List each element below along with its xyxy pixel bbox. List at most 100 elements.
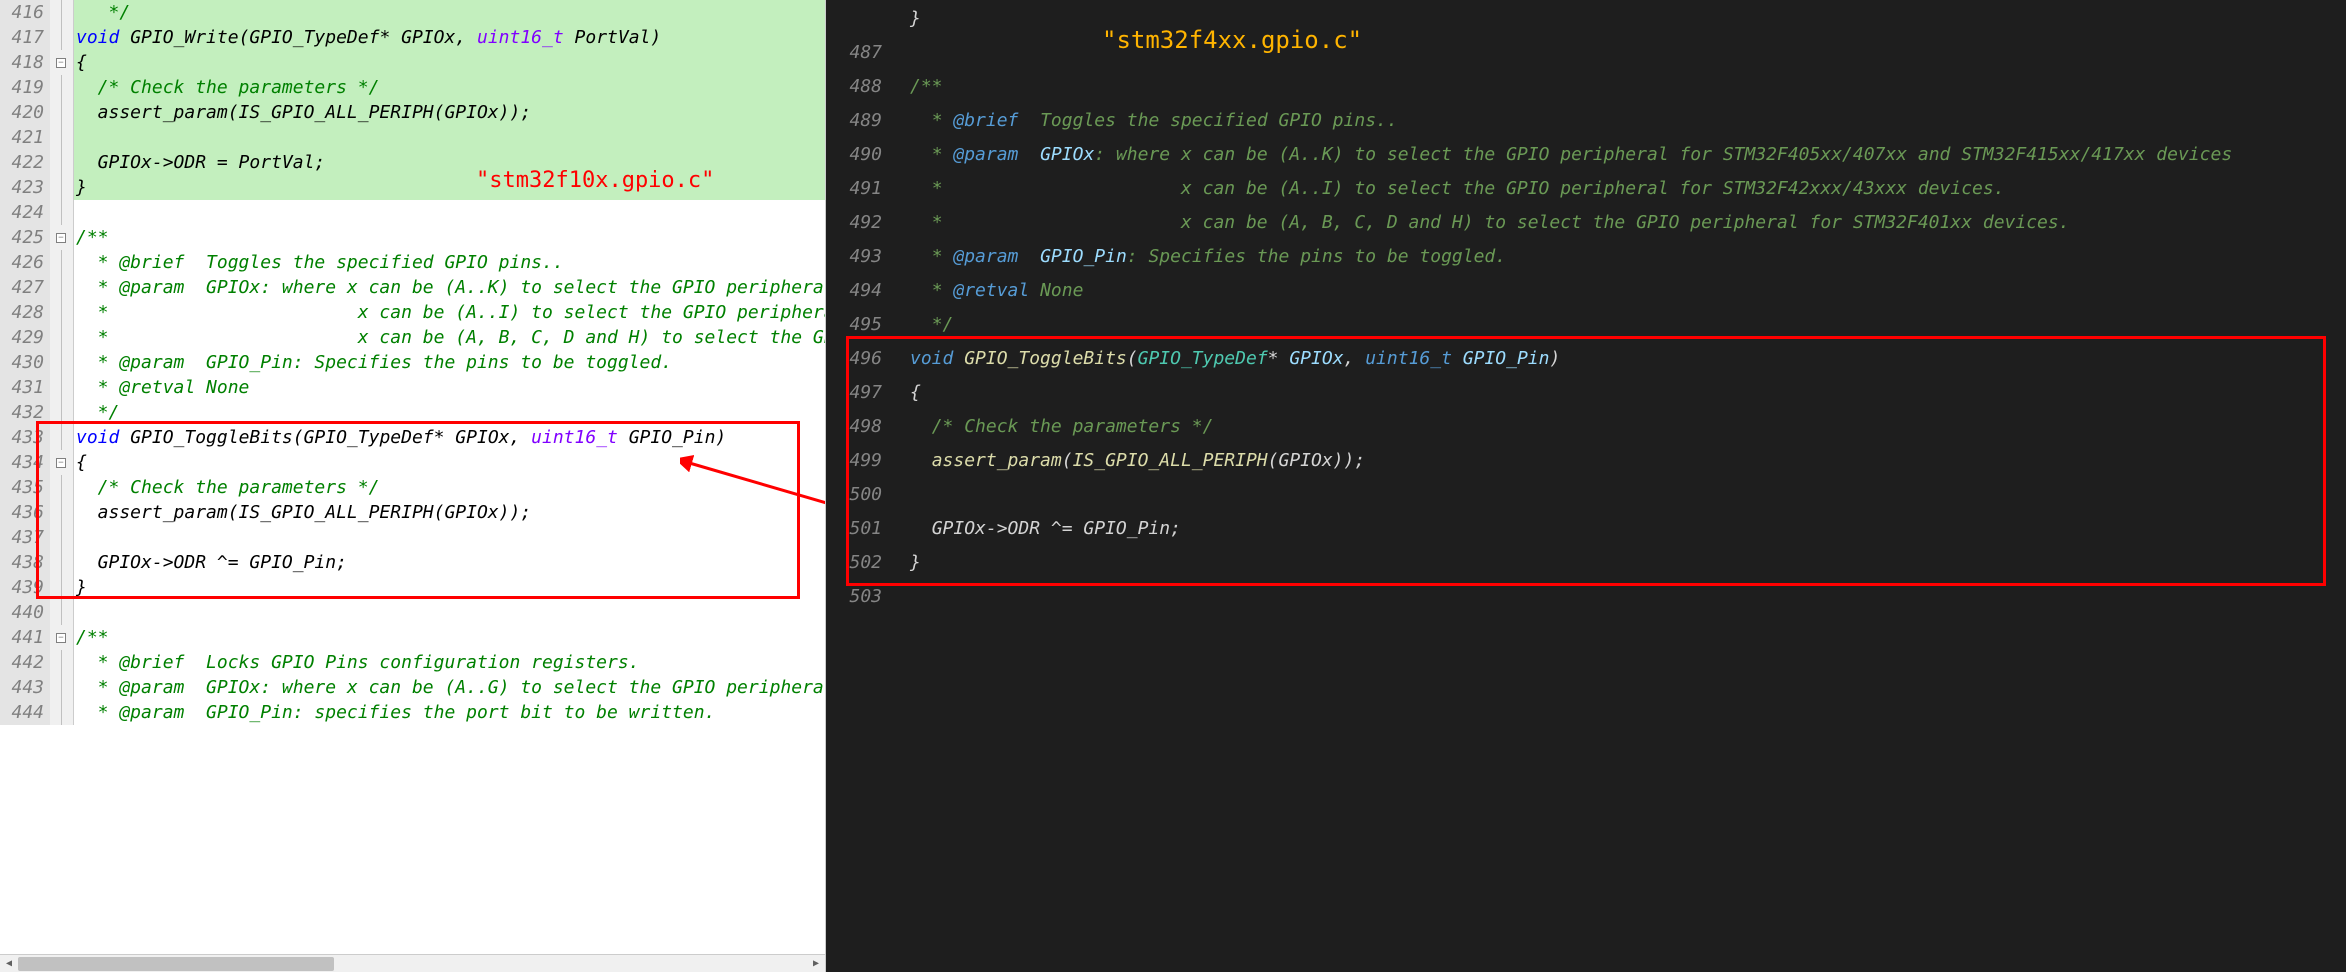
fold-margin[interactable]	[50, 350, 74, 375]
fold-margin[interactable]	[50, 600, 74, 625]
code-content[interactable]: assert_param(IS_GPIO_ALL_PERIPH(GPIOx));	[74, 500, 825, 525]
code-line[interactable]: 444 * @param GPIO_Pin: specifies the por…	[0, 700, 825, 725]
code-content[interactable]: * @param GPIO_Pin: Specifies the pins to…	[74, 350, 825, 375]
code-content[interactable]: /* Check the parameters */	[906, 410, 2346, 444]
code-line[interactable]: 425−/**	[0, 225, 825, 250]
code-line[interactable]: 434−{	[0, 450, 825, 475]
code-content[interactable]: /* Check the parameters */	[74, 75, 825, 100]
code-content[interactable]: /* Check the parameters */	[74, 475, 825, 500]
code-line[interactable]: 427 * @param GPIOx: where x can be (A..K…	[0, 275, 825, 300]
code-line[interactable]: 428 * x can be (A..I) to select the GPIO…	[0, 300, 825, 325]
code-content[interactable]: * @retval None	[74, 375, 825, 400]
code-content[interactable]: assert_param(IS_GPIO_ALL_PERIPH(GPIOx));	[906, 444, 2346, 478]
fold-margin[interactable]	[50, 0, 74, 25]
code-line[interactable]: 432 */	[0, 400, 825, 425]
code-content[interactable]: */	[74, 0, 825, 25]
fold-margin[interactable]: −	[50, 225, 74, 250]
code-line[interactable]: 436 assert_param(IS_GPIO_ALL_PERIPH(GPIO…	[0, 500, 825, 525]
code-content[interactable]: void GPIO_ToggleBits(GPIO_TypeDef* GPIOx…	[74, 425, 825, 450]
code-content[interactable]: assert_param(IS_GPIO_ALL_PERIPH(GPIOx));	[74, 100, 825, 125]
fold-margin[interactable]	[50, 75, 74, 100]
code-content[interactable]: void GPIO_ToggleBits(GPIO_TypeDef* GPIOx…	[906, 342, 2346, 376]
fold-collapse-icon[interactable]: −	[56, 58, 66, 68]
code-line[interactable]: 441−/**	[0, 625, 825, 650]
code-line[interactable]: 418−{	[0, 50, 825, 75]
fold-margin[interactable]	[50, 125, 74, 150]
code-content[interactable]: }	[74, 575, 825, 600]
code-line[interactable]: 494 * @retval None	[826, 274, 2346, 308]
code-line[interactable]: 490 * @param GPIOx: where x can be (A..K…	[826, 138, 2346, 172]
code-content[interactable]	[74, 600, 825, 625]
code-content[interactable]: {	[906, 376, 2346, 410]
fold-margin[interactable]	[50, 300, 74, 325]
code-content[interactable]: * x can be (A, B, C, D and H) to select …	[74, 325, 825, 350]
fold-margin[interactable]	[50, 675, 74, 700]
code-content[interactable]: * @param GPIO_Pin: Specifies the pins to…	[906, 240, 2346, 274]
fold-margin[interactable]: −	[50, 450, 74, 475]
code-line[interactable]: 502}	[826, 546, 2346, 580]
code-line[interactable]: 500	[826, 478, 2346, 512]
fold-collapse-icon[interactable]: −	[56, 633, 66, 643]
code-content[interactable]	[74, 125, 825, 150]
code-line[interactable]: }	[826, 2, 2346, 36]
fold-collapse-icon[interactable]: −	[56, 458, 66, 468]
code-content[interactable]: * @param GPIOx: where x can be (A..K) to…	[74, 275, 825, 300]
code-content[interactable]: GPIOx->ODR ^= GPIO_Pin;	[906, 512, 2346, 546]
code-content[interactable]: {	[74, 50, 825, 75]
code-line[interactable]: 439}	[0, 575, 825, 600]
code-content[interactable]	[74, 200, 825, 225]
code-content[interactable]: */	[74, 400, 825, 425]
code-line[interactable]: 429 * x can be (A, B, C, D and H) to sel…	[0, 325, 825, 350]
fold-margin[interactable]	[50, 375, 74, 400]
fold-margin[interactable]	[50, 275, 74, 300]
code-line[interactable]: 438 GPIOx->ODR ^= GPIO_Pin;	[0, 550, 825, 575]
code-content[interactable]: void GPIO_Write(GPIO_TypeDef* GPIOx, uin…	[74, 25, 825, 50]
fold-margin[interactable]	[50, 200, 74, 225]
code-line[interactable]: 421	[0, 125, 825, 150]
code-line[interactable]: 501 GPIOx->ODR ^= GPIO_Pin;	[826, 512, 2346, 546]
code-line[interactable]: 488/**	[826, 70, 2346, 104]
code-line[interactable]: 499 assert_param(IS_GPIO_ALL_PERIPH(GPIO…	[826, 444, 2346, 478]
code-line[interactable]: 493 * @param GPIO_Pin: Specifies the pin…	[826, 240, 2346, 274]
code-line[interactable]: 496void GPIO_ToggleBits(GPIO_TypeDef* GP…	[826, 342, 2346, 376]
fold-margin[interactable]	[50, 550, 74, 575]
fold-margin[interactable]	[50, 325, 74, 350]
code-line[interactable]: 491 * x can be (A..I) to select the GPIO…	[826, 172, 2346, 206]
code-content[interactable]: * @brief Locks GPIO Pins configuration r…	[74, 650, 825, 675]
fold-margin[interactable]	[50, 650, 74, 675]
code-line[interactable]: 426 * @brief Toggles the specified GPIO …	[0, 250, 825, 275]
fold-margin[interactable]	[50, 25, 74, 50]
fold-margin[interactable]	[50, 500, 74, 525]
fold-margin[interactable]	[50, 100, 74, 125]
code-content[interactable]: * @retval None	[906, 274, 2346, 308]
code-content[interactable]: GPIOx->ODR ^= GPIO_Pin;	[74, 550, 825, 575]
code-line[interactable]: 437	[0, 525, 825, 550]
code-content[interactable]: * x can be (A..I) to select the GPIO per…	[906, 172, 2346, 206]
code-content[interactable]: * x can be (A..I) to select the GPIO per…	[74, 300, 825, 325]
code-line[interactable]: 419 /* Check the parameters */	[0, 75, 825, 100]
code-line[interactable]: 430 * @param GPIO_Pin: Specifies the pin…	[0, 350, 825, 375]
code-content[interactable]: /**	[906, 70, 2346, 104]
fold-collapse-icon[interactable]: −	[56, 233, 66, 243]
code-content[interactable]: * @param GPIO_Pin: specifies the port bi…	[74, 700, 825, 725]
code-line[interactable]: 424	[0, 200, 825, 225]
code-content[interactable]: }	[906, 546, 2346, 580]
code-line[interactable]: 417void GPIO_Write(GPIO_TypeDef* GPIOx, …	[0, 25, 825, 50]
code-line[interactable]: 433void GPIO_ToggleBits(GPIO_TypeDef* GP…	[0, 425, 825, 450]
code-line[interactable]: 416 */	[0, 0, 825, 25]
fold-margin[interactable]: −	[50, 50, 74, 75]
scroll-left-button[interactable]: ◀	[0, 955, 18, 972]
fold-margin[interactable]	[50, 150, 74, 175]
code-line[interactable]: 420 assert_param(IS_GPIO_ALL_PERIPH(GPIO…	[0, 100, 825, 125]
code-line[interactable]: 487	[826, 36, 2346, 70]
code-line[interactable]: 442 * @brief Locks GPIO Pins configurati…	[0, 650, 825, 675]
fold-margin[interactable]	[50, 525, 74, 550]
code-line[interactable]: 492 * x can be (A, B, C, D and H) to sel…	[826, 206, 2346, 240]
code-content[interactable]: */	[906, 308, 2346, 342]
code-line[interactable]: 498 /* Check the parameters */	[826, 410, 2346, 444]
fold-margin[interactable]	[50, 475, 74, 500]
code-content[interactable]: /**	[74, 625, 825, 650]
code-content[interactable]: {	[74, 450, 825, 475]
code-content[interactable]: * @brief Toggles the specified GPIO pins…	[906, 104, 2346, 138]
code-content[interactable]: /**	[74, 225, 825, 250]
